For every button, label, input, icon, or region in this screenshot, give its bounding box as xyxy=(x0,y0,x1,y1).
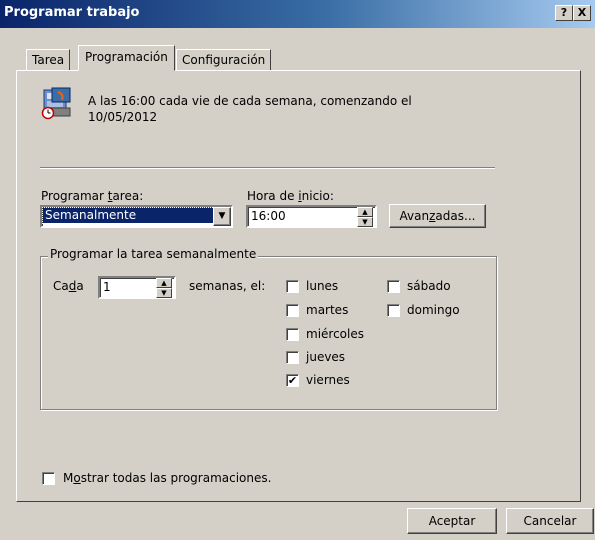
day-label: martes xyxy=(306,303,349,317)
checkbox-lunes[interactable] xyxy=(286,280,299,293)
help-button[interactable]: ? xyxy=(555,5,573,21)
start-time-input[interactable]: 16:00 ▲ ▼ xyxy=(246,205,377,228)
summary-line-2: 10/05/2012 xyxy=(88,110,158,124)
show-all-label: Mostrar todas las programaciones. xyxy=(63,471,272,485)
spin-down-icon[interactable]: ▼ xyxy=(357,217,373,227)
spin-up-icon[interactable]: ▲ xyxy=(357,207,373,217)
checkbox-sabado[interactable] xyxy=(387,280,400,293)
window-title: Programar trabajo xyxy=(4,5,140,20)
summary-line-1: A las 16:00 cada vie de cada semana, com… xyxy=(88,94,412,108)
checkbox-jueves[interactable] xyxy=(286,351,299,364)
start-time-spinner[interactable]: ▲ ▼ xyxy=(357,207,373,227)
weeks-value: 1 xyxy=(103,280,111,294)
weeks-input[interactable]: 1 ▲ ▼ xyxy=(98,276,176,299)
checkbox-viernes[interactable]: ✔ xyxy=(286,374,299,387)
spin-up-icon[interactable]: ▲ xyxy=(156,278,172,288)
day-label: lunes xyxy=(306,279,339,293)
day-label: sábado xyxy=(407,279,451,293)
chevron-down-icon[interactable]: ▼ xyxy=(213,207,231,226)
advanced-button[interactable]: Avanzadas... xyxy=(389,204,486,228)
start-time-label: Hora de inicio: xyxy=(247,189,334,203)
title-bar: Programar trabajo ? X xyxy=(0,0,595,28)
weekly-group-legend: Programar la tarea semanalmente xyxy=(48,247,259,261)
ok-button[interactable]: Aceptar xyxy=(407,508,497,534)
show-all-checkbox[interactable] xyxy=(42,472,55,485)
tab-programacion[interactable]: Programación xyxy=(78,45,175,71)
day-label: jueves xyxy=(306,350,346,364)
checkbox-domingo[interactable] xyxy=(387,304,400,317)
every-label: Cada xyxy=(53,279,84,293)
cancel-button[interactable]: Cancelar xyxy=(506,508,594,534)
schedule-select-value: Semanalmente xyxy=(42,207,215,224)
close-button[interactable]: X xyxy=(573,5,591,21)
weeks-spinner[interactable]: ▲ ▼ xyxy=(156,278,172,298)
day-label: domingo xyxy=(407,303,460,317)
weeks-label: semanas, el: xyxy=(189,279,266,293)
scheduled-task-icon xyxy=(40,86,74,120)
checkbox-martes[interactable] xyxy=(286,304,299,317)
schedule-label: Programar tarea: xyxy=(41,189,144,203)
tab-tarea[interactable]: Tarea xyxy=(26,49,71,71)
start-time-value: 16:00 xyxy=(251,209,286,223)
day-label: miércoles xyxy=(306,327,364,341)
schedule-select[interactable]: Semanalmente ▼ xyxy=(40,205,233,228)
separator xyxy=(40,167,495,169)
tab-configuracion[interactable]: Configuración xyxy=(176,49,272,71)
spin-down-icon[interactable]: ▼ xyxy=(156,288,172,298)
day-label: viernes xyxy=(306,373,350,387)
checkbox-miercoles[interactable] xyxy=(286,328,299,341)
